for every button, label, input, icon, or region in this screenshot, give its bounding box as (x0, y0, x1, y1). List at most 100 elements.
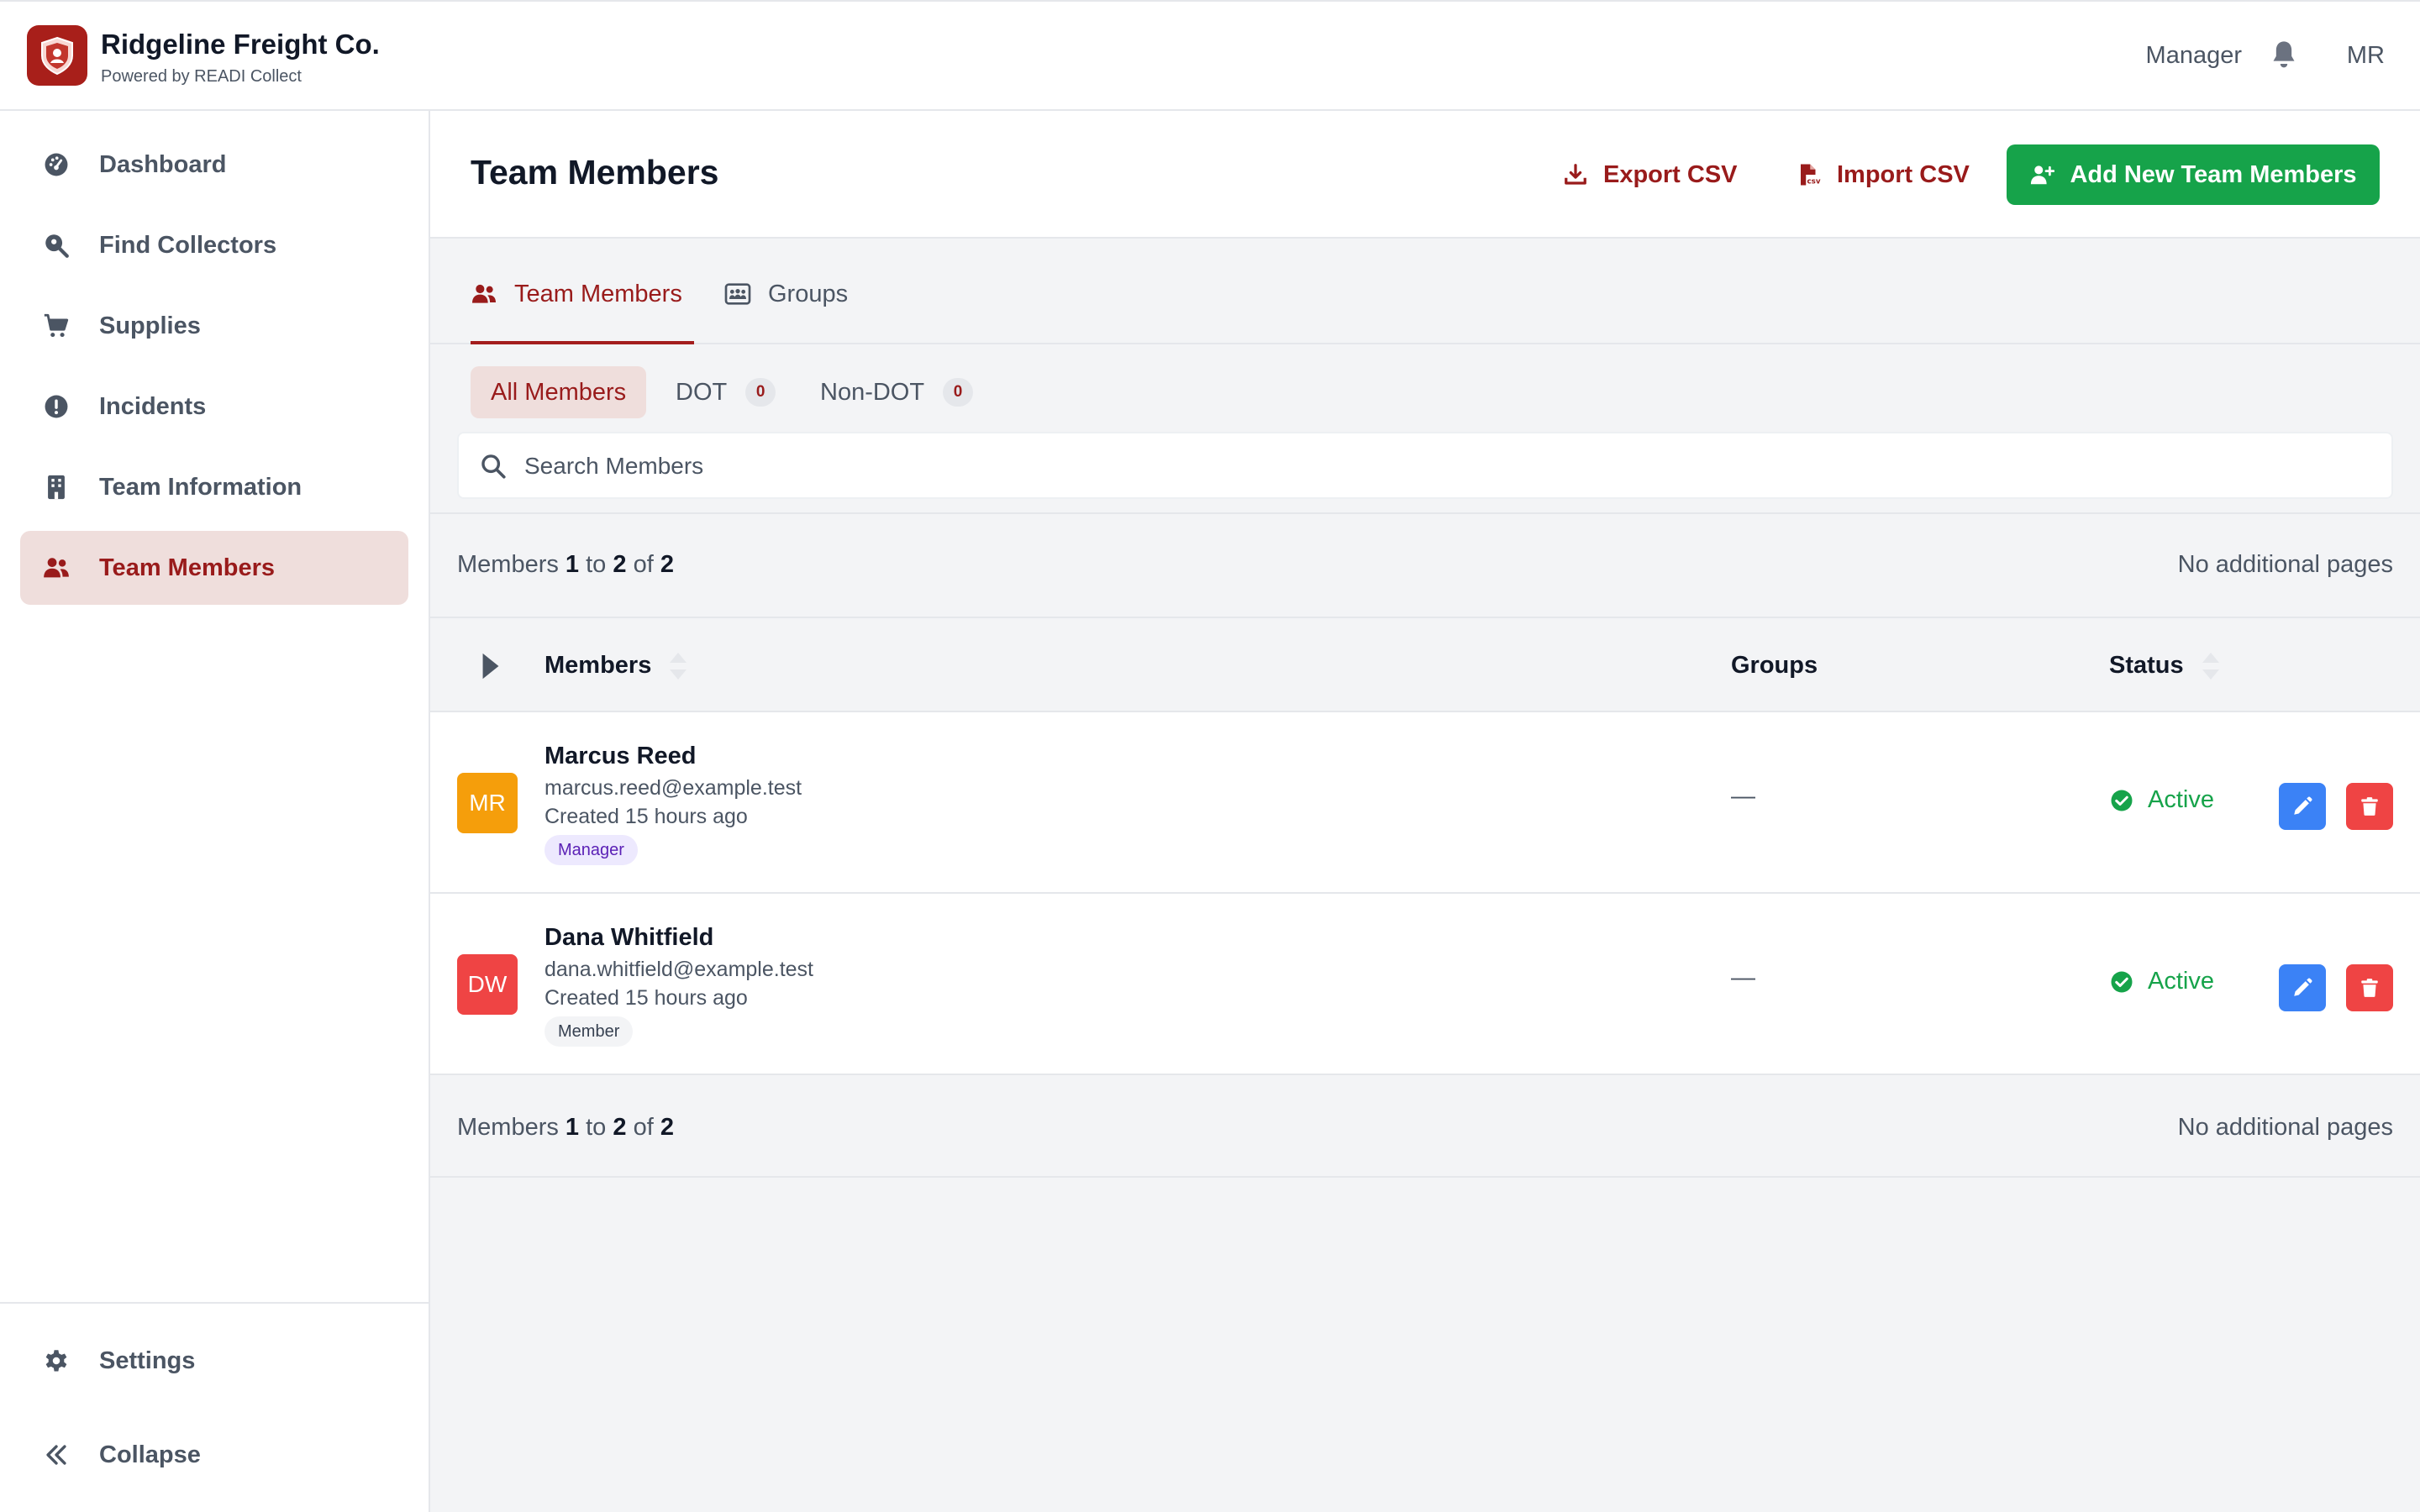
building-icon (48, 475, 65, 500)
sidebar-item-label: Dashboard (99, 150, 227, 178)
table-row: MR Marcus Reed marcus.reed@example.test … (430, 712, 2420, 894)
brand-logo[interactable] (27, 25, 87, 86)
pagination-top: Members 1 to 2 of 2 No additional pages (430, 514, 2420, 615)
gear-icon (45, 1350, 67, 1372)
member-name[interactable]: Dana Whitfield (544, 924, 713, 952)
sidebar-item-settings[interactable]: Settings (20, 1324, 408, 1398)
edit-member-button[interactable] (2279, 964, 2326, 1011)
sidebar-item-label: Team Information (99, 473, 302, 501)
filter-non-dot[interactable]: Non-DOT 0 (820, 366, 974, 418)
column-members[interactable]: Members (544, 652, 687, 680)
sidebar-item-incidents[interactable]: Incidents (20, 370, 408, 444)
status-label: Active (2148, 786, 2214, 813)
sidebar-divider (0, 1302, 429, 1304)
member-name[interactable]: Marcus Reed (544, 743, 697, 770)
column-status[interactable]: Status (2109, 652, 2219, 680)
sidebar-item-find-collectors[interactable]: Find Collectors (20, 208, 408, 282)
pagination-from: 1 (565, 1114, 580, 1141)
column-label: Status (2109, 652, 2184, 679)
filter-label: All Members (491, 378, 627, 406)
pagination-note: No additional pages (2177, 551, 2393, 578)
powered-by: Powered by READI Collect (101, 67, 302, 86)
pagination-total: 2 (660, 1114, 674, 1141)
import-csv-button[interactable]: csv Import CSV (1797, 144, 1970, 205)
status-label: Active (2148, 968, 2214, 995)
tab-label: Groups (768, 281, 849, 307)
sidebar-item-team-members[interactable]: Team Members (20, 531, 408, 605)
pagination-prefix: Members (457, 551, 559, 578)
filter-label: Non-DOT (820, 378, 925, 406)
filter-label: DOT (676, 378, 728, 406)
member-email: dana.whitfield@example.test (544, 958, 813, 981)
csv-file-icon: csv (1801, 164, 1821, 186)
column-label: Members (544, 652, 652, 679)
double-chevron-left-icon (46, 1445, 66, 1465)
pagination-to: 2 (613, 1114, 627, 1141)
status-badge: Active (2109, 786, 2214, 814)
page-title: Team Members (471, 153, 719, 192)
tab-groups[interactable]: Groups (724, 279, 848, 344)
pencil-icon (2294, 796, 2312, 815)
column-groups: Groups (1731, 652, 1818, 680)
pagination-total: 2 (660, 551, 674, 578)
caret-right-icon[interactable] (481, 652, 501, 680)
role-badge: Manager (544, 835, 638, 865)
bell-icon[interactable] (2267, 39, 2301, 72)
table-header: Members Groups Status (430, 617, 2420, 712)
pagination-summary: Members 1 to 2 of 2 (457, 1114, 674, 1142)
cart-icon (44, 313, 69, 338)
import-csv-label: Import CSV (1837, 160, 1970, 188)
export-csv-label: Export CSV (1603, 160, 1738, 188)
pagination-to-word: to (586, 551, 607, 578)
role-badge: Member (544, 1016, 634, 1047)
edit-member-button[interactable] (2279, 783, 2326, 830)
tab-team-members[interactable]: Team Members (471, 279, 694, 344)
avatar: MR (457, 773, 518, 833)
member-created: Created 15 hours ago (544, 805, 748, 828)
tab-bar: Team Members Groups (430, 239, 2420, 344)
brand-name: Ridgeline Freight Co. (101, 29, 380, 60)
filter-dot[interactable]: DOT 0 (676, 366, 776, 418)
sidebar-item-supplies[interactable]: Supplies (20, 289, 408, 363)
export-csv-button[interactable]: Export CSV (1563, 144, 1738, 205)
pagination-to: 2 (613, 551, 627, 578)
avatar: DW (457, 954, 518, 1015)
people-group-icon (724, 283, 751, 305)
role-label[interactable]: Manager (2146, 42, 2242, 70)
sidebar-item-label: Find Collectors (99, 231, 277, 259)
search-icon (481, 454, 506, 479)
search-bar (457, 432, 2393, 499)
pagination-summary: Members 1 to 2 of 2 (457, 551, 674, 579)
shield-logo-icon (41, 36, 73, 76)
search-input[interactable] (524, 445, 2289, 487)
user-initials[interactable]: MR (2347, 42, 2385, 70)
filter-all-members[interactable]: All Members (471, 366, 647, 418)
delete-member-button[interactable] (2346, 964, 2393, 1011)
users-icon (472, 284, 496, 303)
sidebar-item-dashboard[interactable]: Dashboard (20, 128, 408, 202)
sidebar-item-team-information[interactable]: Team Information (20, 450, 408, 524)
pagination-from: 1 (565, 551, 580, 578)
sidebar-item-label: Supplies (99, 312, 201, 339)
members-table-body: MR Marcus Reed marcus.reed@example.test … (430, 712, 2420, 1075)
check-circle-icon (2111, 971, 2133, 992)
filter-count-badge: 0 (745, 378, 776, 407)
pagination-bottom: Members 1 to 2 of 2 No additional pages (430, 1077, 2420, 1178)
trash-icon (2361, 797, 2378, 816)
page-header: Team Members Export CSV csv Import CSV A… (430, 111, 2420, 239)
svg-text:csv: csv (1807, 178, 1821, 186)
delete-member-button[interactable] (2346, 783, 2393, 830)
table-row: DW Dana Whitfield dana.whitfield@example… (430, 894, 2420, 1075)
sort-icon (670, 652, 687, 680)
sidebar-item-collapse[interactable]: Collapse (20, 1418, 408, 1492)
add-team-members-button[interactable]: Add New Team Members (2007, 144, 2380, 205)
sidebar: Dashboard Find Collectors Supplies Incid… (0, 111, 430, 1512)
pagination-of-word: of (633, 551, 654, 578)
pagination-prefix: Members (457, 1114, 559, 1141)
member-groups: — (1731, 783, 1755, 810)
sidebar-item-label: Settings (99, 1347, 196, 1374)
trash-icon (2361, 979, 2378, 997)
main-content: Team Members Export CSV csv Import CSV A… (430, 111, 2420, 1512)
exclamation-circle-icon (45, 395, 68, 418)
member-groups: — (1731, 964, 1755, 991)
